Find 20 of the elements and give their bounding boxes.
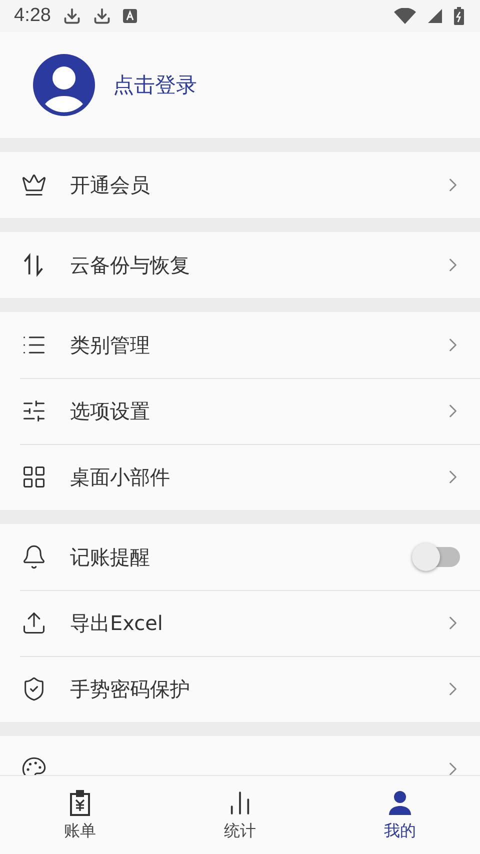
nav-tab[interactable]: 账单 bbox=[0, 776, 160, 854]
nav-tab[interactable]: 统计 bbox=[160, 776, 320, 854]
login-link[interactable]: 点击登录 bbox=[113, 71, 197, 99]
menu-item-label[interactable]: 桌面小部件 bbox=[70, 464, 442, 490]
wifi-icon bbox=[394, 8, 416, 24]
nav-tab[interactable]: 我的 bbox=[320, 776, 480, 854]
menu-item-label[interactable]: 选项设置 bbox=[70, 398, 442, 424]
avatar-icon[interactable] bbox=[33, 54, 95, 116]
battery-icon bbox=[454, 7, 464, 25]
signal-icon bbox=[428, 9, 442, 23]
app-notification-icon bbox=[122, 9, 137, 23]
menu-item-label[interactable]: 类别管理 bbox=[70, 332, 442, 358]
download-icon bbox=[92, 7, 111, 25]
menu-item-label[interactable]: 记账提醒 bbox=[70, 544, 416, 570]
menu-item-label[interactable]: 导出Excel bbox=[70, 610, 442, 636]
download-icon bbox=[62, 7, 81, 25]
menu-item-label[interactable]: 手势密码保护 bbox=[70, 676, 442, 702]
status-time: 4:28 bbox=[14, 5, 51, 27]
person-icon bbox=[386, 788, 414, 816]
clipboard-yen-icon bbox=[68, 788, 92, 816]
